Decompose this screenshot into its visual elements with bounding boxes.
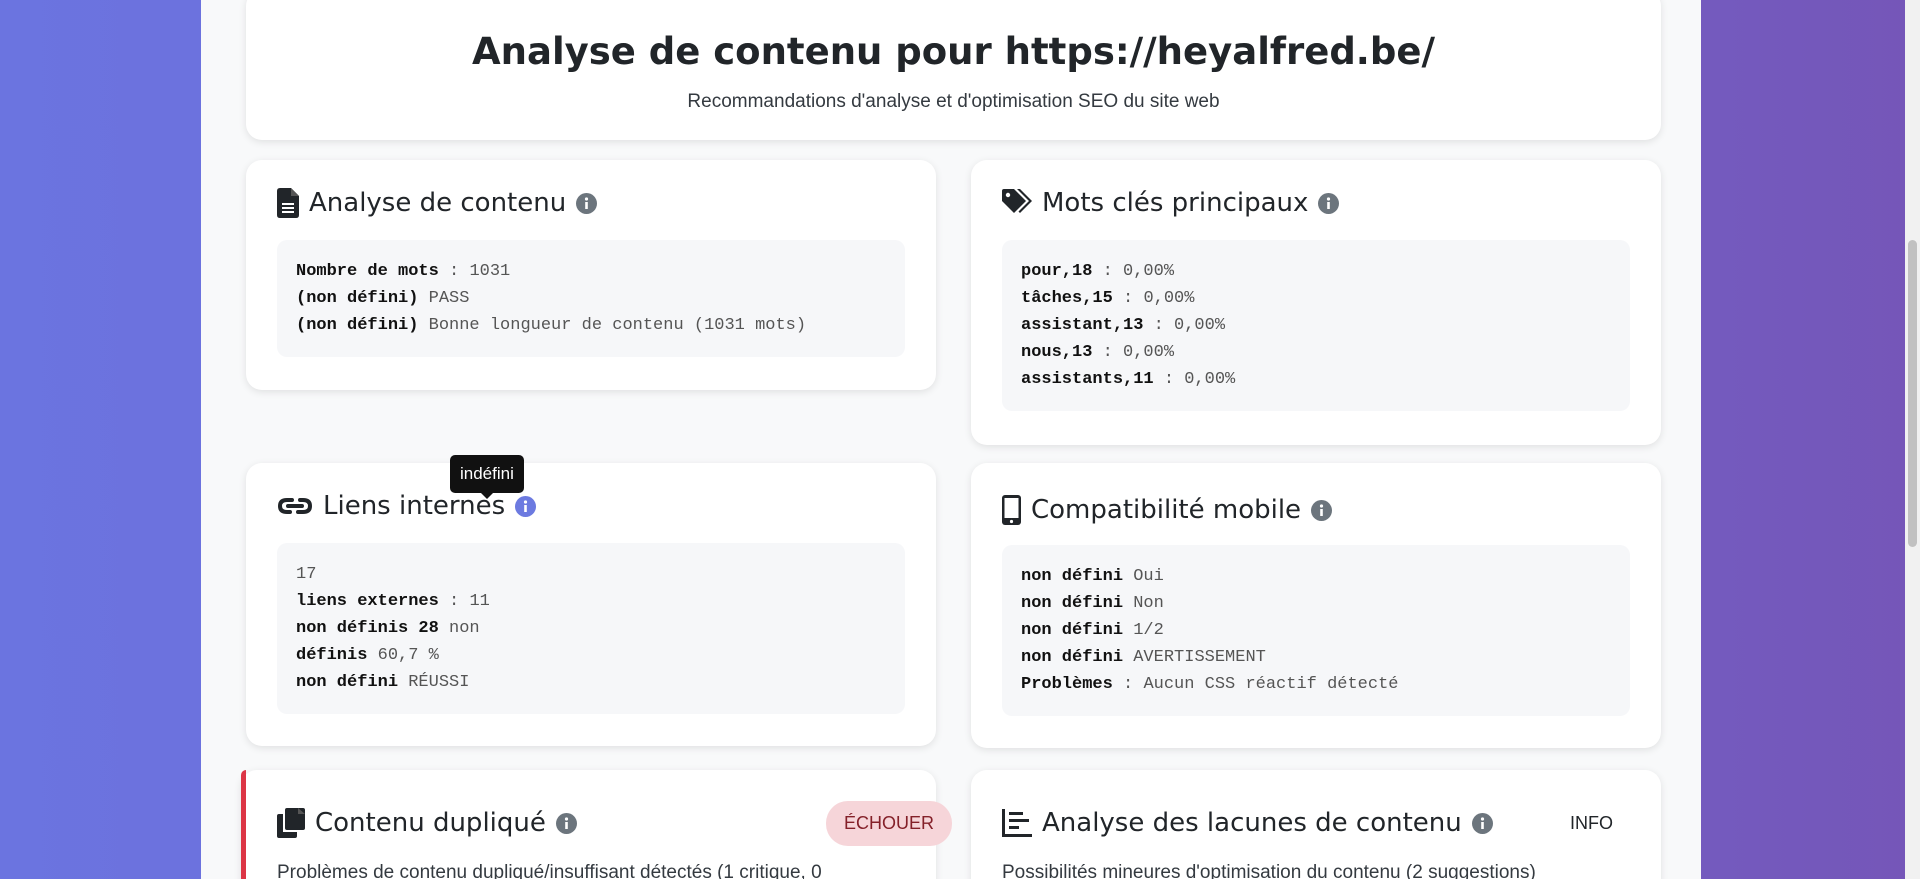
link-line: non définis 28 non xyxy=(296,619,480,638)
info-icon[interactable] xyxy=(1318,192,1340,214)
code-line: Nombre de mots : 1031 xyxy=(296,262,511,281)
document-icon xyxy=(277,188,299,218)
link-line: 17 xyxy=(296,565,317,584)
page-scrollbar[interactable] xyxy=(1905,0,1920,879)
info-icon[interactable] xyxy=(1471,812,1493,834)
scrollbar-thumb[interactable] xyxy=(1908,240,1917,547)
bar-chart-icon xyxy=(1002,809,1032,837)
tags-icon xyxy=(1002,189,1032,217)
gaps-title: Analyse des lacunes de contenu xyxy=(1042,808,1462,838)
mobile-title: Compatibilité mobile xyxy=(1031,495,1302,525)
page-title: Analyse de contenu pour https://heyalfre… xyxy=(472,30,1435,73)
info-status-badge: INFO xyxy=(1570,813,1613,833)
link-icon xyxy=(277,493,313,519)
info-icon[interactable] xyxy=(576,192,598,214)
keyword-line: assistants,11 : 0,00% xyxy=(1021,370,1236,389)
link-line: liens externes : 11 xyxy=(296,592,490,611)
main-container: Analyse de contenu pour https://heyalfre… xyxy=(201,0,1701,879)
mobile-header: Compatibilité mobile xyxy=(1002,495,1333,525)
info-icon-active[interactable] xyxy=(515,495,537,517)
mobile-line: Problèmes : Aucun CSS réactif détecté xyxy=(1021,675,1399,694)
mobile-line: non défini Non xyxy=(1021,594,1164,613)
info-icon[interactable] xyxy=(1311,499,1333,521)
fail-status-badge: ÉCHOUER xyxy=(826,801,953,846)
internal-links-card: Liens internes 17 liens externes : 11 no… xyxy=(246,463,936,746)
keyword-line: pour,18 : 0,00% xyxy=(1021,262,1175,281)
keyword-line: tâches,15 : 0,00% xyxy=(1021,289,1195,308)
mobile-phone-icon xyxy=(1002,495,1021,525)
keyword-line: nous,13 : 0,00% xyxy=(1021,343,1175,362)
content-analysis-title: Analyse de contenu xyxy=(309,188,567,218)
internal-links-header: Liens internes xyxy=(277,491,537,521)
content-analysis-card: Analyse de contenu Nombre de mots : 1031… xyxy=(246,160,936,390)
mobile-line: non défini Oui xyxy=(1021,567,1164,586)
keywords-title: Mots clés principaux xyxy=(1042,188,1309,218)
info-icon[interactable] xyxy=(555,812,577,834)
copy-icon xyxy=(277,808,305,838)
keywords-header: Mots clés principaux xyxy=(1002,188,1340,218)
duplicate-description: Problèmes de contenu dupliqué/insuffisan… xyxy=(277,862,822,879)
duplicate-header: Contenu dupliqué xyxy=(277,808,577,838)
gaps-header: Analyse des lacunes de contenu xyxy=(1002,808,1493,838)
internal-links-title: Liens internes xyxy=(323,491,506,521)
internal-links-box: 17 liens externes : 11 non définis 28 no… xyxy=(277,543,905,714)
tooltip: indéfini xyxy=(450,455,524,499)
keyword-line: assistant,13 : 0,00% xyxy=(1021,316,1226,335)
page-subtitle: Recommandations d'analyse et d'optimisat… xyxy=(687,91,1220,112)
content-analysis-box: Nombre de mots : 1031 (non défini) PASS … xyxy=(277,240,905,357)
code-line: (non défini) Bonne longueur de contenu (… xyxy=(296,316,807,335)
mobile-card: Compatibilité mobile non défini Oui non … xyxy=(971,463,1661,748)
mobile-box: non défini Oui non défini Non non défini… xyxy=(1002,545,1630,716)
code-line: (non défini) PASS xyxy=(296,289,470,308)
mobile-line: non défini AVERTISSEMENT xyxy=(1021,648,1266,667)
gaps-description: Possibilités mineures d'optimisation du … xyxy=(1002,862,1536,879)
keywords-box: pour,18 : 0,00% tâches,15 : 0,00% assist… xyxy=(1002,240,1630,411)
link-line: non défini RÉUSSI xyxy=(296,673,470,692)
fail-indicator xyxy=(241,770,246,879)
content-gaps-card: Analyse des lacunes de contenu INFO Poss… xyxy=(971,770,1661,879)
link-line: définis 60,7 % xyxy=(296,646,439,665)
header-card: Analyse de contenu pour https://heyalfre… xyxy=(246,0,1661,140)
duplicate-content-card: Contenu dupliqué ÉCHOUER Problèmes de co… xyxy=(241,770,953,879)
keywords-card: Mots clés principaux pour,18 : 0,00% tâc… xyxy=(971,160,1661,445)
content-analysis-header: Analyse de contenu xyxy=(277,188,598,218)
duplicate-title: Contenu dupliqué xyxy=(315,808,546,838)
mobile-line: non défini 1/2 xyxy=(1021,621,1164,640)
